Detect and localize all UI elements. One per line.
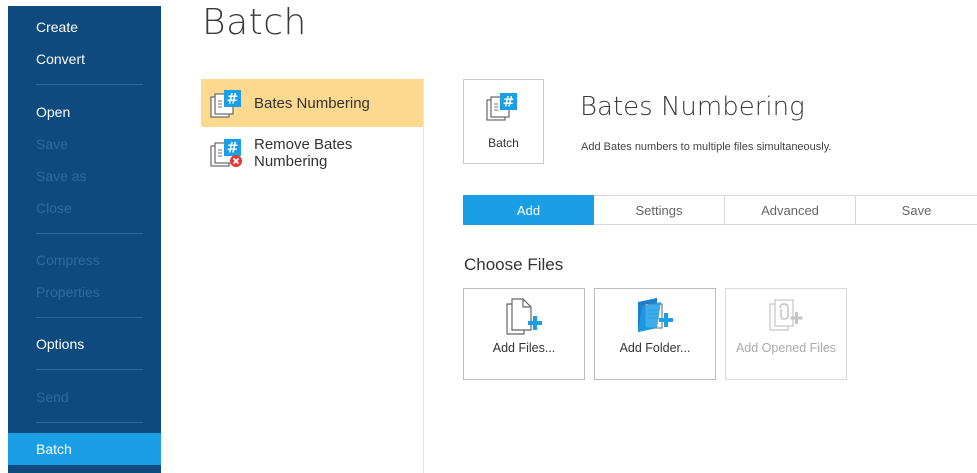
svg-text:#: # [227, 141, 239, 157]
tab-bar: Add Settings Advanced Save [463, 195, 977, 225]
sidebar-item-properties: Properties [36, 284, 100, 300]
sidebar-separator [36, 84, 143, 85]
sidebar-separator [36, 369, 143, 370]
sidebar-item-create[interactable]: Create [8, 11, 161, 43]
sidebar-separator [36, 233, 143, 234]
add-opened-files-label: Add Opened Files [735, 341, 837, 355]
detail-description: Add Bates numbers to multiple files simu… [581, 141, 832, 153]
sidebar-item-compress: Compress [36, 252, 100, 268]
add-folder-icon [635, 296, 675, 336]
batch-icon: # [486, 92, 520, 122]
list-item-label-line1: Remove Bates [254, 136, 353, 153]
sidebar-item-options[interactable]: Options [8, 328, 161, 360]
sidebar-item-batch[interactable]: Batch [8, 433, 161, 465]
page-title: Batch [202, 2, 307, 43]
detail-title: Bates Numbering [580, 92, 805, 122]
sidebar-separator [36, 422, 143, 423]
tab-save[interactable]: Save [856, 195, 977, 225]
sidebar-item-convert[interactable]: Convert [8, 43, 161, 75]
sidebar-item-close: Close [36, 200, 72, 216]
list-item-label: Bates Numbering [254, 95, 370, 112]
add-folder-button[interactable]: Add Folder... [594, 288, 716, 380]
tab-advanced[interactable]: Advanced [725, 195, 856, 225]
list-item-bates-numbering[interactable]: # Bates Numbering [201, 79, 423, 127]
add-opened-files-icon [766, 296, 806, 336]
sidebar: Create Convert Open Save Save as Close C… [8, 6, 161, 473]
list-item-label-line2: Numbering [254, 153, 328, 170]
sidebar-item-save-as: Save as [36, 168, 87, 184]
sidebar-item-save: Save [36, 136, 68, 152]
sidebar-item-open[interactable]: Open [8, 96, 161, 128]
add-opened-files-button: Add Opened Files [725, 288, 847, 380]
batch-card: # Batch [463, 79, 544, 164]
list-item-remove-bates[interactable]: # Remove Bates Numbering [201, 128, 423, 178]
add-files-label: Add Files... [492, 341, 556, 355]
sidebar-item-send: Send [36, 389, 69, 405]
svg-text:#: # [227, 92, 239, 108]
add-files-button[interactable]: Add Files... [463, 288, 585, 380]
svg-text:#: # [503, 95, 515, 111]
bates-numbering-icon: # [210, 89, 244, 119]
add-folder-label: Add Folder... [619, 341, 691, 355]
add-files-icon [504, 296, 544, 336]
sidebar-separator [36, 317, 143, 318]
tab-settings[interactable]: Settings [594, 195, 725, 225]
panel-divider [423, 78, 424, 473]
choose-files-title: Choose Files [464, 255, 564, 274]
remove-bates-icon: # [210, 138, 244, 168]
tab-add[interactable]: Add [463, 195, 594, 225]
batch-card-label: Batch [488, 136, 519, 150]
